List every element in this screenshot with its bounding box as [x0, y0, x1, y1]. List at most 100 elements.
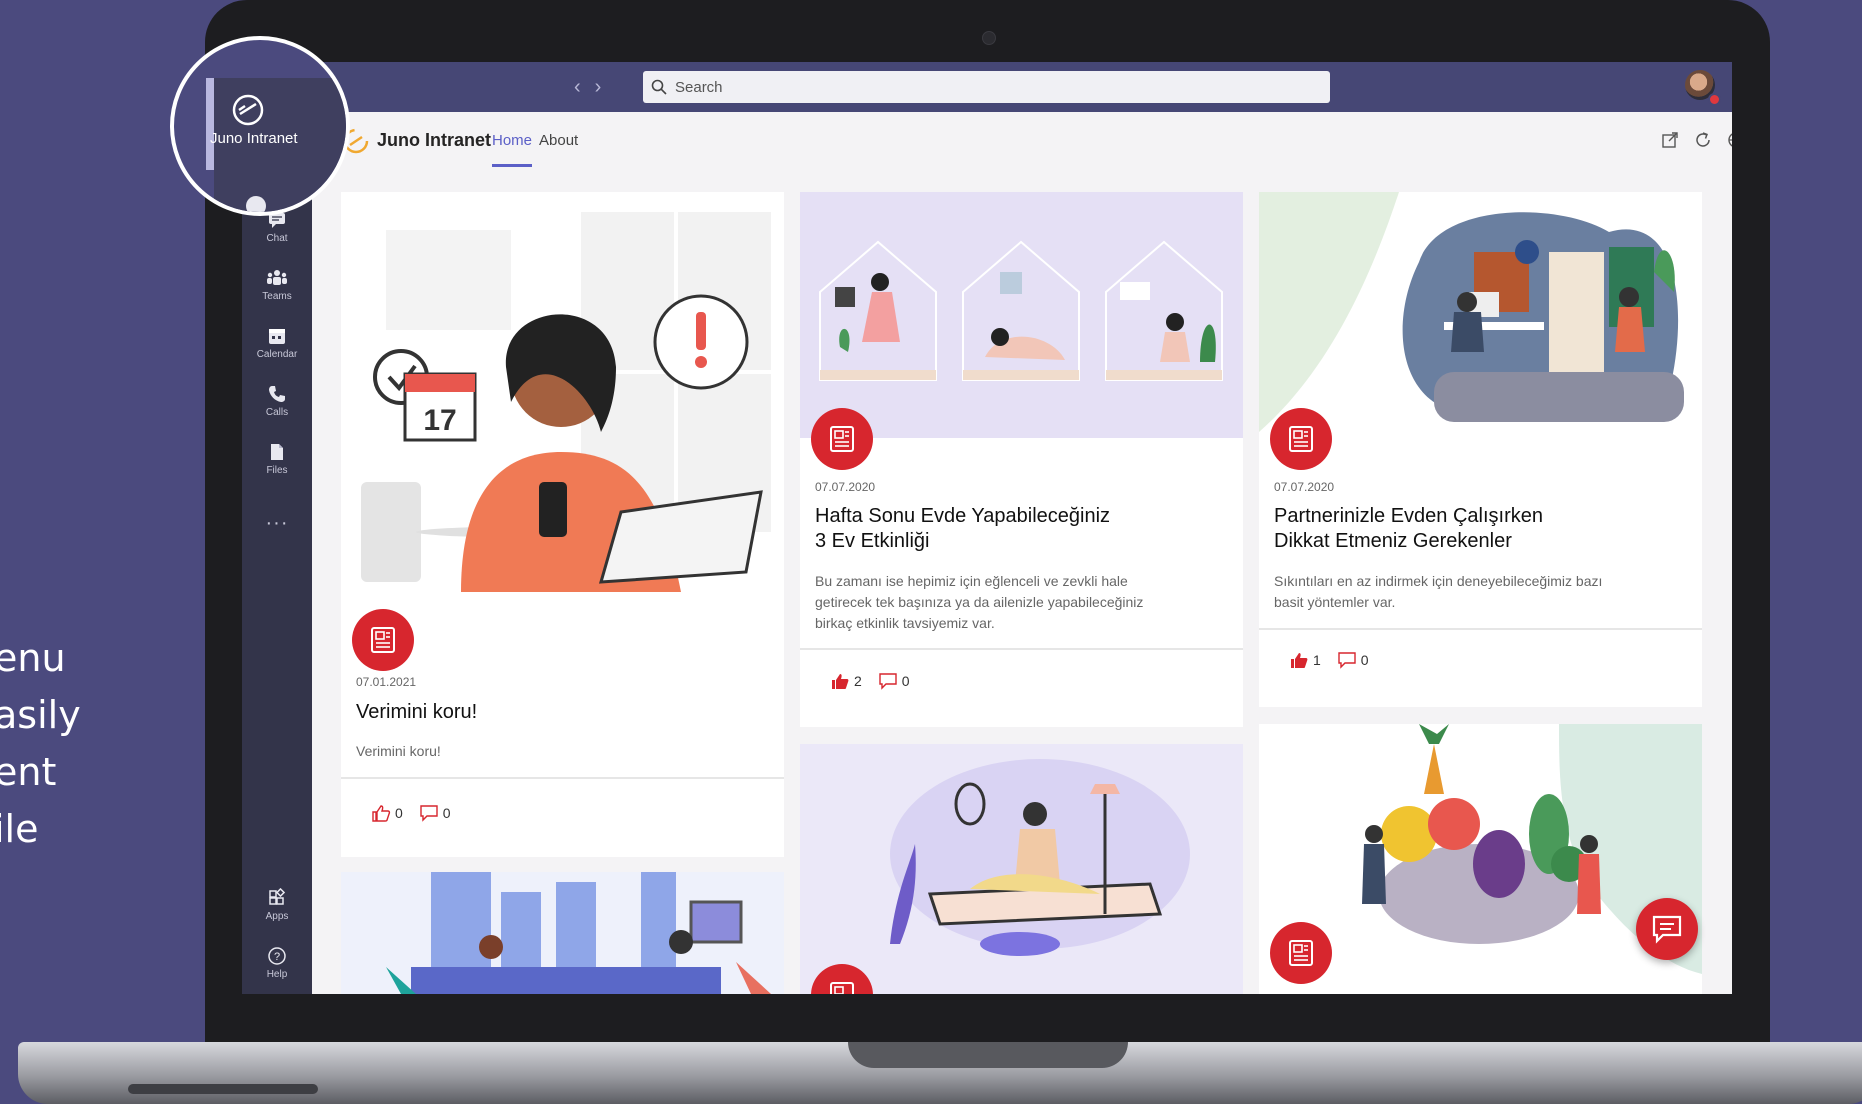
- comment-icon: [420, 805, 438, 822]
- rail-item-juno-intranet[interactable]: Juno Intranet: [210, 78, 346, 212]
- news-card[interactable]: [800, 744, 1243, 994]
- post-title[interactable]: Partnerinizle Evden Çalışırken Dikkat Et…: [1274, 504, 1543, 554]
- post-title[interactable]: Verimini koru!: [356, 700, 477, 725]
- post-stats: 0 0: [371, 804, 467, 822]
- card-illustration: [800, 744, 1243, 994]
- activity-icon: [246, 196, 266, 212]
- apps-icon: [269, 888, 286, 905]
- rail-item-label: Help: [266, 969, 288, 980]
- post-excerpt-line: getirecek tek başınıza ya da ailenizle y…: [815, 594, 1144, 610]
- more-icon: ···: [265, 512, 289, 534]
- newspaper-icon: [371, 627, 395, 653]
- news-card[interactable]: 07.07.2020 Partnerinizle Evden Çalışırke…: [1259, 192, 1702, 707]
- laptop-notch: [848, 1042, 1128, 1068]
- rail-item-files[interactable]: Files: [242, 442, 312, 476]
- news-badge-icon: [352, 609, 414, 671]
- help-icon: ?: [268, 947, 286, 965]
- tab-home[interactable]: Home: [492, 132, 532, 149]
- caption-line: asily: [0, 693, 81, 737]
- refresh-icon[interactable]: [1693, 130, 1713, 150]
- post-excerpt: Verimini koru!: [356, 743, 441, 759]
- like-count: 1: [1313, 652, 1321, 668]
- newspaper-icon: [830, 426, 854, 452]
- app-rail: Chat Teams Calendar Calls Files ··· Apps…: [242, 112, 312, 994]
- comment-button[interactable]: 0: [878, 672, 910, 690]
- active-app-indicator: [206, 78, 214, 170]
- post-date: 07.07.2020: [1274, 480, 1335, 494]
- post-excerpt-line: birkaç etkinlik tavsiyemiz var.: [815, 615, 995, 631]
- svg-text:?: ?: [274, 951, 280, 963]
- back-arrow-icon[interactable]: ‹: [574, 76, 595, 98]
- caption-line: enu: [0, 636, 66, 680]
- side-caption: enu asily ent ile: [0, 630, 81, 858]
- post-excerpt: Bu zamanı ise hepimiz için eğlenceli ve …: [815, 571, 1143, 634]
- caption-line: ile: [0, 807, 39, 851]
- presence-status-icon: [1708, 93, 1721, 106]
- thumbs-up-filled-icon: [1291, 653, 1308, 668]
- post-title-line: Hafta Sonu Evde Yapabileceğiniz: [815, 505, 1111, 527]
- news-card[interactable]: [1259, 724, 1702, 994]
- card-divider: [800, 648, 1243, 650]
- news-card[interactable]: [341, 872, 784, 994]
- post-title-line: Dikkat Etmeniz Gerekenler: [1274, 530, 1512, 552]
- news-badge-icon: [1270, 408, 1332, 470]
- comment-count: 0: [1360, 652, 1369, 668]
- post-excerpt-line: Bu zamanı ise hepimiz için eğlenceli ve …: [815, 573, 1128, 589]
- more-apps-button[interactable]: ···: [242, 512, 312, 535]
- comment-count: 0: [442, 805, 451, 821]
- teams-window: ‹› Search Chat Teams Calendar Calls File…: [242, 62, 1732, 994]
- comment-icon: [1338, 652, 1356, 669]
- chat-bot-button[interactable]: [1636, 898, 1698, 960]
- like-button[interactable]: 1: [1289, 651, 1321, 669]
- app-title: Juno Intranet: [377, 130, 492, 150]
- comment-button[interactable]: 0: [419, 804, 451, 822]
- post-title[interactable]: Hafta Sonu Evde Yapabileceğiniz 3 Ev Etk…: [815, 504, 1110, 554]
- like-button[interactable]: 2: [830, 672, 862, 690]
- rail-item-label: Files: [266, 465, 288, 476]
- search-input[interactable]: Search: [643, 71, 1330, 103]
- tab-about[interactable]: About: [539, 132, 578, 149]
- chat-bubble-icon: [1652, 915, 1682, 944]
- rail-item-teams[interactable]: Teams: [242, 268, 312, 302]
- thumbs-up-icon: [372, 805, 391, 822]
- forward-arrow-icon[interactable]: ›: [595, 76, 616, 98]
- caption-line: ent: [0, 750, 57, 794]
- globe-icon[interactable]: [1726, 130, 1732, 150]
- like-button[interactable]: 0: [371, 804, 403, 822]
- app-icon-highlight: Juno Intranet: [170, 36, 350, 216]
- svg-text:17: 17: [423, 404, 456, 437]
- like-count: 0: [395, 805, 403, 821]
- laptop-base: [18, 1042, 1862, 1104]
- newspaper-icon: [1289, 940, 1313, 966]
- rail-item-apps[interactable]: Apps: [242, 888, 312, 922]
- news-card[interactable]: 17 07.01.2021 Verimini koru! Verimini ko…: [341, 192, 784, 857]
- post-excerpt-line: Sıkıntıları en az indirmek için deneyebi…: [1274, 573, 1603, 589]
- search-placeholder: Search: [675, 78, 723, 96]
- post-excerpt-line: basit yöntemler var.: [1274, 594, 1396, 610]
- newspaper-icon: [830, 982, 854, 994]
- camera: [982, 31, 996, 45]
- news-card[interactable]: 07.07.2020 Hafta Sonu Evde Yapabileceğin…: [800, 192, 1243, 727]
- comment-icon: [879, 673, 897, 690]
- post-title-line: Partnerinizle Evden Çalışırken: [1274, 505, 1544, 527]
- card-illustration: [341, 872, 784, 994]
- card-illustration: [800, 192, 1243, 438]
- rail-item-label: Calls: [265, 407, 289, 418]
- open-external-icon[interactable]: [1660, 130, 1680, 150]
- search-icon: [651, 79, 667, 95]
- rail-item-calls[interactable]: Calls: [242, 384, 312, 418]
- laptop-foot: [128, 1084, 318, 1094]
- news-badge-icon: [811, 408, 873, 470]
- rail-item-label: Chat: [266, 233, 288, 244]
- comment-count: 0: [901, 673, 910, 689]
- rail-item-help[interactable]: ? Help: [242, 946, 312, 980]
- comment-button[interactable]: 0: [1337, 651, 1369, 669]
- post-excerpt: Sıkıntıları en az indirmek için deneyebi…: [1274, 571, 1602, 613]
- calendar-icon: [269, 329, 285, 344]
- teams-icon: [267, 270, 287, 285]
- history-nav[interactable]: ‹›: [574, 76, 615, 99]
- news-badge-icon: [1270, 922, 1332, 984]
- rail-item-calendar[interactable]: Calendar: [242, 326, 312, 360]
- post-stats: 2 0: [830, 672, 926, 690]
- card-divider: [341, 777, 784, 779]
